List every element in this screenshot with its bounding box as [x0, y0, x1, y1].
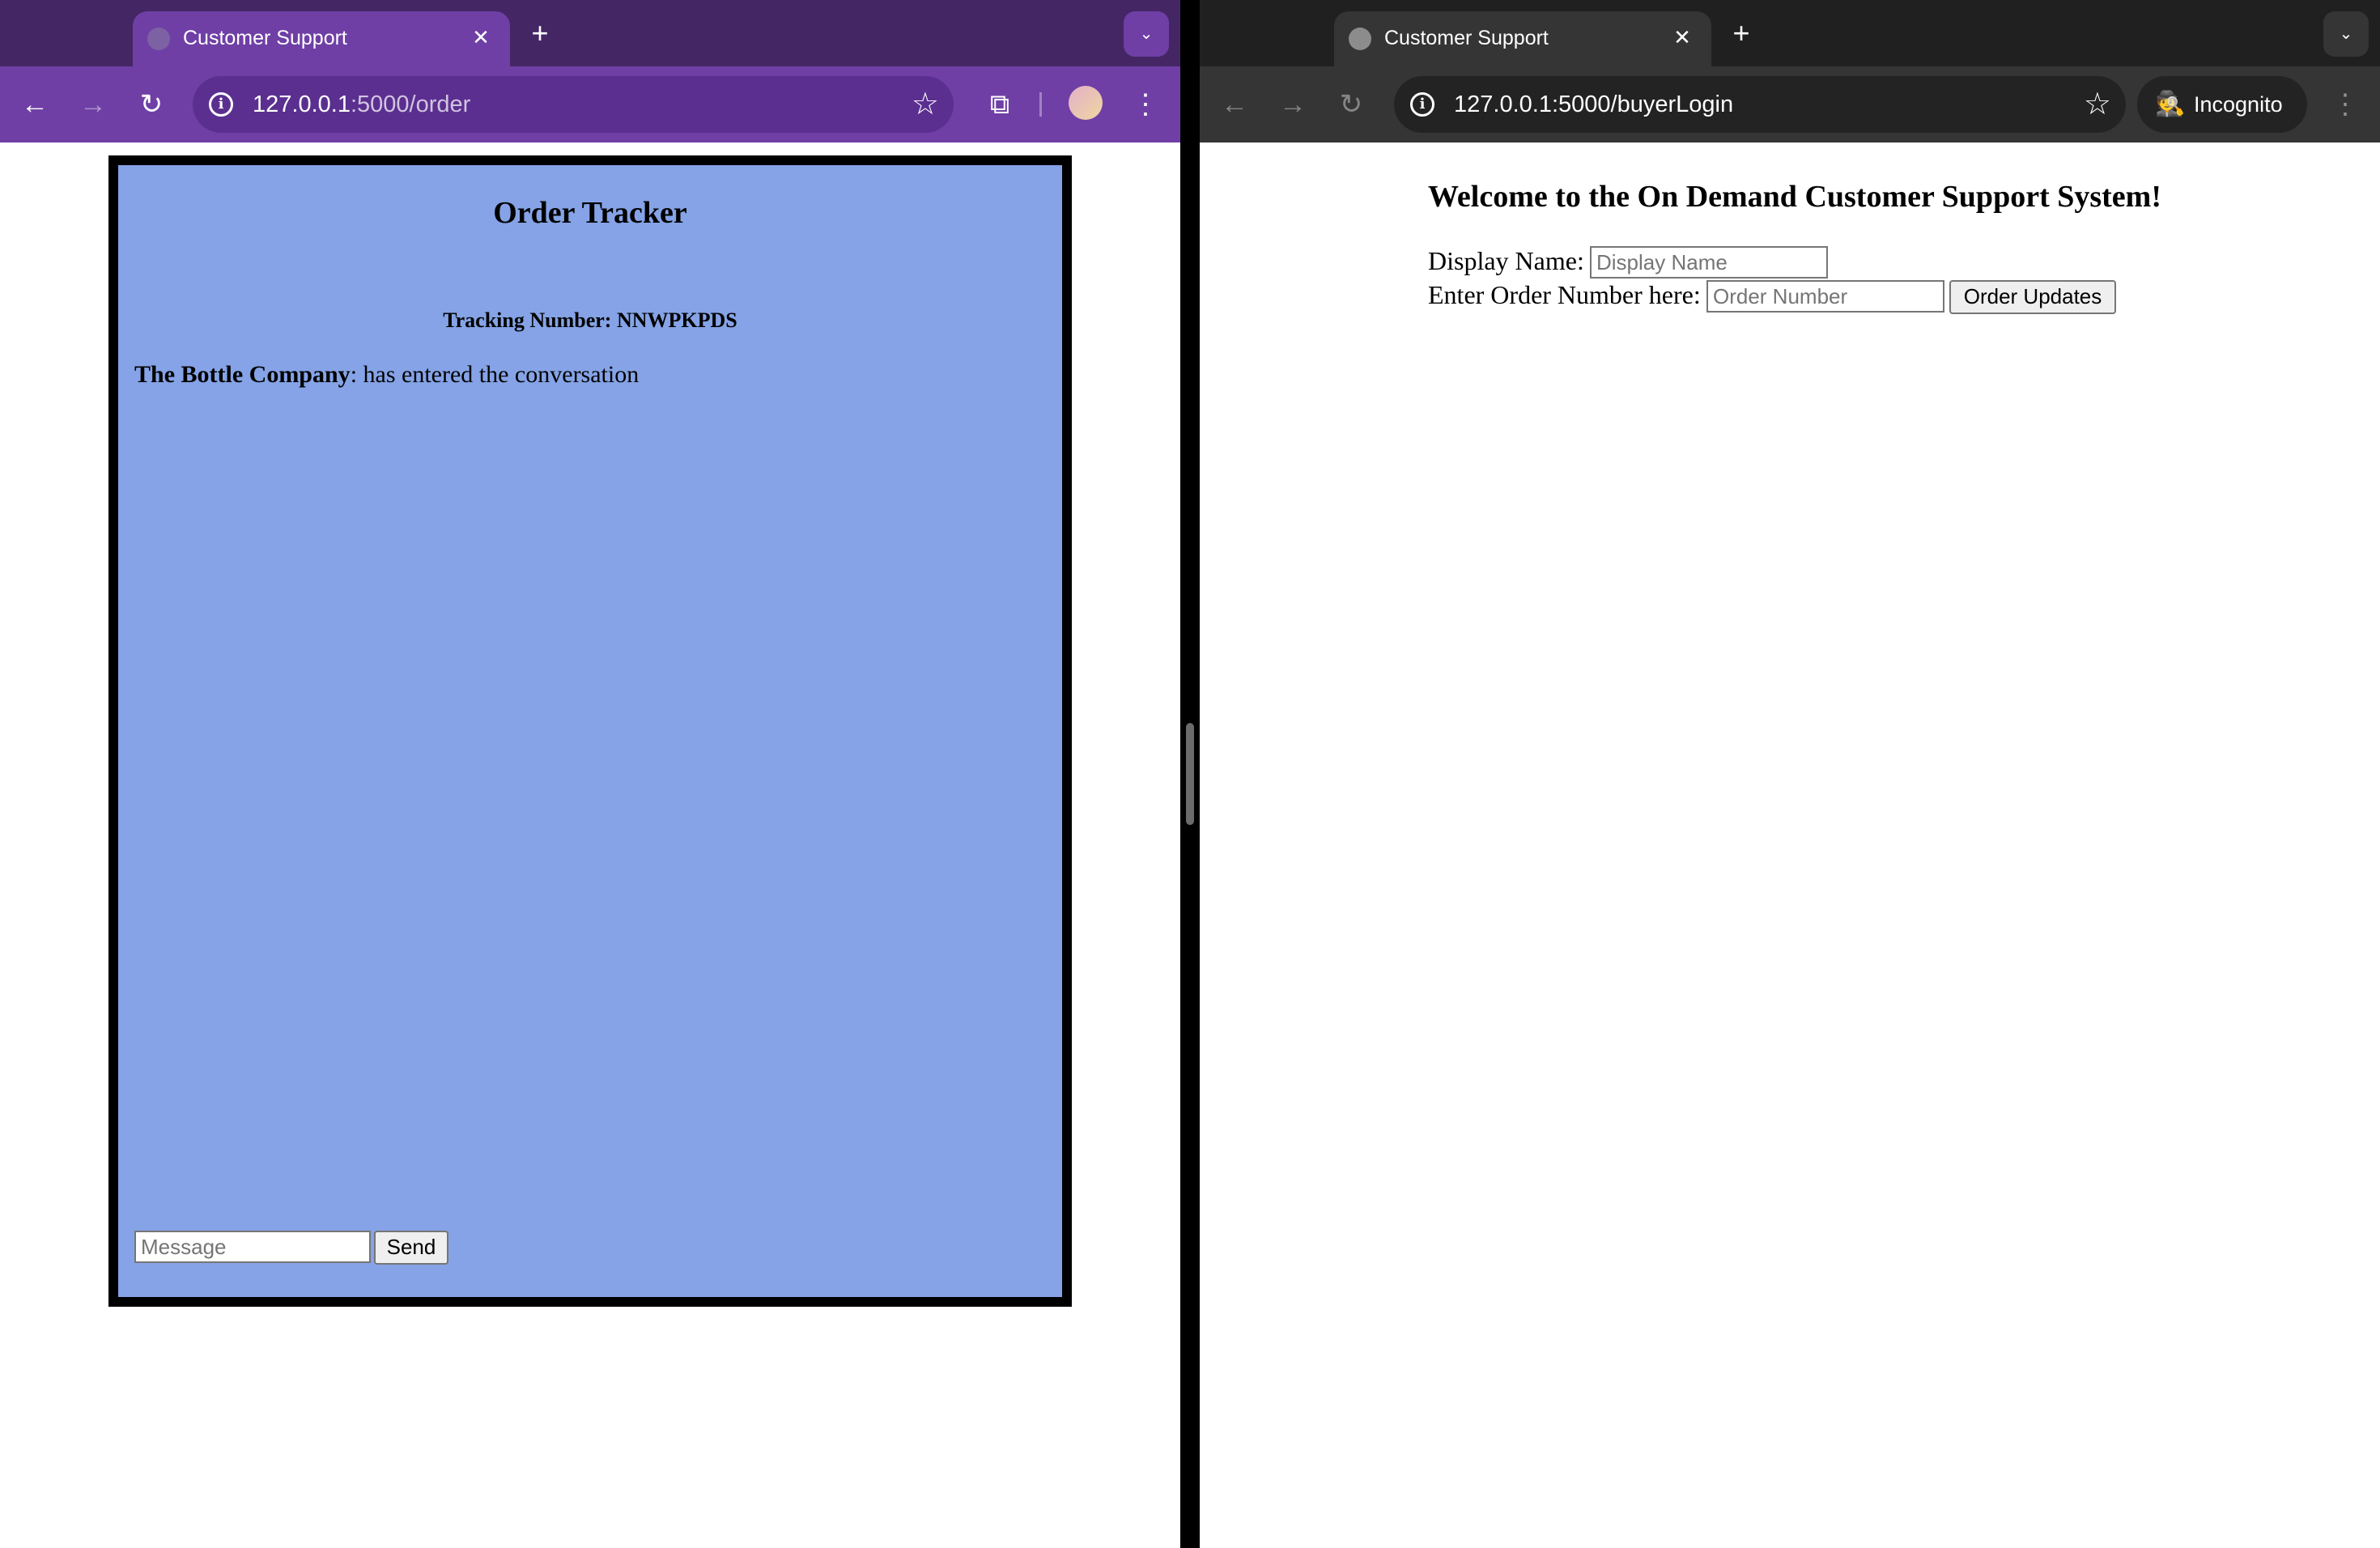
- browser-toolbar: ← → ↻ i 127.0.0.1:5000/order ☆ ⧉ ⋮: [0, 66, 1180, 142]
- order-tracker-panel: Order Tracker Tracking Number: NNWPKPDS …: [108, 155, 1072, 1307]
- incognito-label: Incognito: [2194, 92, 2283, 117]
- globe-icon: [147, 28, 170, 50]
- reload-icon[interactable]: ↻: [130, 83, 173, 126]
- tab-title: Customer Support: [1384, 27, 1549, 49]
- welcome-heading: Welcome to the On Demand Customer Suppor…: [1428, 180, 2161, 214]
- tab-search-chevron-icon[interactable]: ⌄: [2323, 11, 2369, 57]
- new-tab-button[interactable]: +: [521, 15, 559, 52]
- bookmark-star-icon[interactable]: ☆: [2084, 86, 2111, 123]
- tab-close-icon[interactable]: ✕: [466, 23, 495, 52]
- tracking-value: NNWPKPDS: [616, 308, 737, 332]
- site-info-icon[interactable]: i: [1410, 92, 1434, 117]
- order-number-row: Enter Order Number here: Order Number Or…: [1428, 279, 2116, 314]
- site-info-icon[interactable]: i: [209, 92, 233, 117]
- browser-menu-icon[interactable]: ⋮: [2323, 83, 2367, 126]
- display-name-label: Display Name:: [1428, 246, 1584, 275]
- incognito-indicator[interactable]: 🕵 Incognito: [2137, 76, 2307, 133]
- url-host: 127.0.0.1: [253, 91, 351, 117]
- url-path: :5000/order: [350, 91, 471, 117]
- url-text[interactable]: 127.0.0.1:5000/order: [253, 89, 470, 120]
- tab-strip: Customer Support ✕ + ⌄: [1200, 0, 2380, 66]
- bookmark-star-icon[interactable]: ☆: [912, 86, 939, 123]
- forward-arrow-icon[interactable]: →: [71, 83, 115, 126]
- forward-arrow-icon[interactable]: →: [1271, 83, 1315, 126]
- tab-title: Customer Support: [183, 27, 347, 49]
- toolbar-divider: [1039, 92, 1042, 117]
- split-resize-handle[interactable]: [1186, 723, 1194, 825]
- order-page: Order Tracker Tracking Number: NNWPKPDS …: [0, 142, 1180, 1548]
- order-number-input[interactable]: Order Number: [1706, 280, 1944, 313]
- profile-avatar[interactable]: [1069, 86, 1103, 120]
- browser-toolbar: ← → ↻ i 127.0.0.1:5000/buyerLogin ☆ 🕵 In…: [1200, 66, 2380, 142]
- buyer-login-page: Welcome to the On Demand Customer Suppor…: [1200, 142, 2380, 1548]
- tab-strip: Customer Support ✕ + ⌄: [0, 0, 1180, 66]
- url-host: 127.0.0.1: [1454, 91, 1552, 117]
- extensions-puzzle-icon[interactable]: ⧉: [978, 83, 1022, 126]
- url-text[interactable]: 127.0.0.1:5000/buyerLogin: [1454, 89, 1733, 120]
- url-path: :5000/buyerLogin: [1551, 91, 1734, 117]
- browser-menu-icon[interactable]: ⋮: [1124, 83, 1167, 126]
- buyer-login-form: Welcome to the On Demand Customer Suppor…: [1428, 178, 2161, 314]
- order-updates-button[interactable]: Order Updates: [1949, 280, 2116, 314]
- tracking-number: Tracking Number: NNWPKPDS: [118, 308, 1062, 334]
- incognito-icon: 🕵: [2155, 91, 2186, 117]
- tab-search-chevron-icon[interactable]: ⌄: [1124, 11, 1169, 57]
- tab-customer-support[interactable]: Customer Support ✕: [133, 11, 510, 66]
- message-input[interactable]: Message: [134, 1231, 371, 1263]
- chat-text: : has entered the conversation: [350, 361, 640, 388]
- back-arrow-icon[interactable]: ←: [1213, 83, 1256, 126]
- display-name-input[interactable]: Display Name: [1590, 246, 1828, 279]
- reload-icon[interactable]: ↻: [1329, 83, 1373, 126]
- back-arrow-icon[interactable]: ←: [13, 83, 57, 126]
- chat-message: The Bottle Company: has entered the conv…: [134, 359, 639, 390]
- page-title: Order Tracker: [493, 196, 687, 230]
- display-name-row: Display Name: Display Name: [1428, 245, 1828, 279]
- globe-icon: [1349, 28, 1371, 50]
- chat-sender: The Bottle Company: [134, 361, 351, 388]
- tab-customer-support[interactable]: Customer Support ✕: [1334, 11, 1711, 66]
- new-tab-button[interactable]: +: [1723, 15, 1760, 52]
- address-bar[interactable]: i 127.0.0.1:5000/buyerLogin ☆: [1394, 76, 2126, 133]
- send-button[interactable]: Send: [374, 1231, 448, 1265]
- tracking-label: Tracking Number:: [443, 308, 617, 332]
- right-browser-window: Customer Support ✕ + ⌄ ← → ↻ i 127.0.0.1…: [1200, 0, 2380, 1548]
- address-bar[interactable]: i 127.0.0.1:5000/order ☆: [193, 76, 954, 133]
- order-number-label: Enter Order Number here:: [1428, 280, 1701, 309]
- tab-close-icon[interactable]: ✕: [1668, 23, 1697, 52]
- left-browser-window: Customer Support ✕ + ⌄ ← → ↻ i 127.0.0.1…: [0, 0, 1180, 1548]
